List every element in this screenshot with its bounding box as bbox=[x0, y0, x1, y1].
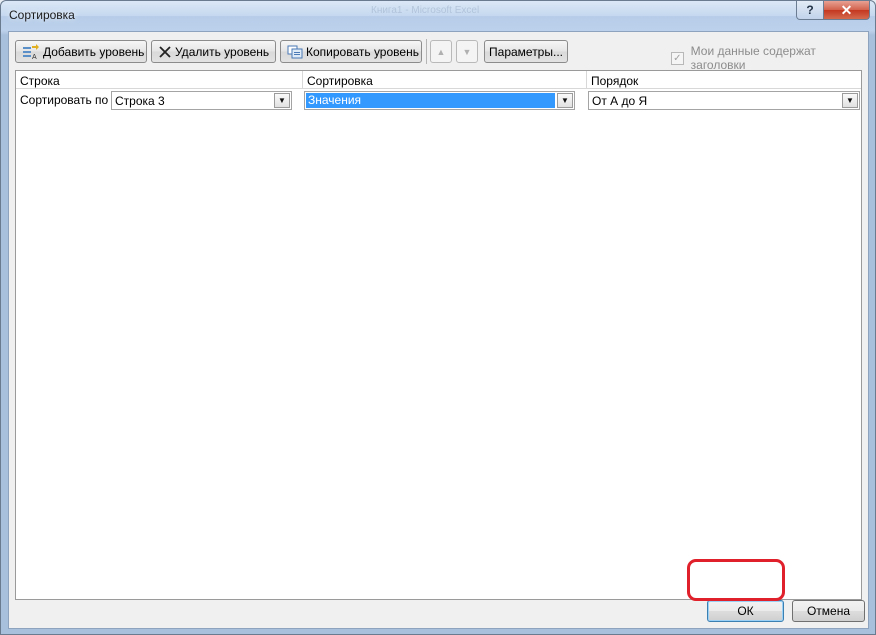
dialog-client-area: A Добавить уровень Удалить уровень Копир… bbox=[8, 31, 869, 629]
row-select-value: Строка 3 bbox=[115, 94, 165, 108]
add-level-icon: A bbox=[22, 43, 40, 60]
delete-icon bbox=[158, 44, 172, 60]
sort-on-select-value: Значения bbox=[306, 93, 555, 108]
sort-by-label: Сортировать по bbox=[20, 93, 109, 107]
move-up-button[interactable]: ▲ bbox=[430, 40, 452, 63]
up-arrow-icon: ▲ bbox=[436, 46, 446, 57]
row-select[interactable]: Строка 3 ▼ bbox=[111, 91, 292, 110]
cancel-button[interactable]: Отмена bbox=[792, 600, 865, 622]
options-button[interactable]: Параметры... bbox=[484, 40, 568, 63]
help-icon: ? bbox=[806, 3, 814, 17]
toolbar-separator bbox=[426, 39, 427, 64]
close-icon: ✕ bbox=[840, 1, 853, 18]
copy-icon bbox=[287, 44, 303, 60]
help-button[interactable]: ? bbox=[796, 1, 824, 20]
down-arrow-icon: ▼ bbox=[462, 46, 472, 57]
title-bar[interactable]: Сортировка Книга1 - Microsoft Excel ? ✕ bbox=[1, 1, 875, 31]
checkmark-icon: ✓ bbox=[673, 52, 682, 64]
delete-level-label: Удалить уровень bbox=[175, 44, 270, 59]
headers-checkbox[interactable]: ✓ bbox=[671, 51, 684, 65]
add-level-button[interactable]: A Добавить уровень bbox=[15, 40, 147, 63]
ok-button[interactable]: ОК bbox=[707, 600, 784, 622]
svg-text:A: A bbox=[32, 54, 37, 60]
ok-label: ОК bbox=[737, 604, 754, 618]
headers-checkbox-label: Мои данные содержат заголовки bbox=[690, 44, 816, 72]
move-down-button[interactable]: ▼ bbox=[456, 40, 478, 63]
copy-level-button[interactable]: Копировать уровень bbox=[280, 40, 422, 63]
options-label: Параметры... bbox=[489, 44, 563, 59]
order-select[interactable]: От А до Я ▼ bbox=[588, 91, 860, 110]
column-header-sort-on: Сортировка bbox=[303, 71, 587, 89]
column-header-row: Строка bbox=[16, 71, 303, 89]
chevron-down-icon[interactable]: ▼ bbox=[274, 93, 290, 108]
background-window-title: Книга1 - Microsoft Excel bbox=[371, 5, 480, 16]
headers-checkbox-row[interactable]: ✓ Мои данные содержат заголовки bbox=[671, 44, 868, 72]
add-level-label: Добавить уровень bbox=[43, 44, 145, 59]
close-button[interactable]: ✕ bbox=[823, 1, 870, 20]
cancel-label: Отмена bbox=[806, 604, 851, 618]
window-title: Сортировка bbox=[9, 8, 75, 22]
sort-levels-grid: Строка Сортировка Порядок Сортировать по… bbox=[15, 70, 862, 600]
ok-button-highlight bbox=[687, 559, 785, 601]
order-select-value: От А до Я bbox=[592, 94, 648, 108]
sort-on-select[interactable]: Значения ▼ bbox=[304, 91, 575, 110]
chevron-down-icon[interactable]: ▼ bbox=[557, 93, 573, 108]
delete-level-button[interactable]: Удалить уровень bbox=[151, 40, 276, 63]
sort-dialog-window: Сортировка Книга1 - Microsoft Excel ? ✕ … bbox=[0, 0, 876, 635]
copy-level-label: Копировать уровень bbox=[306, 44, 419, 59]
column-header-order: Порядок bbox=[587, 71, 861, 89]
chevron-down-icon[interactable]: ▼ bbox=[842, 93, 858, 108]
